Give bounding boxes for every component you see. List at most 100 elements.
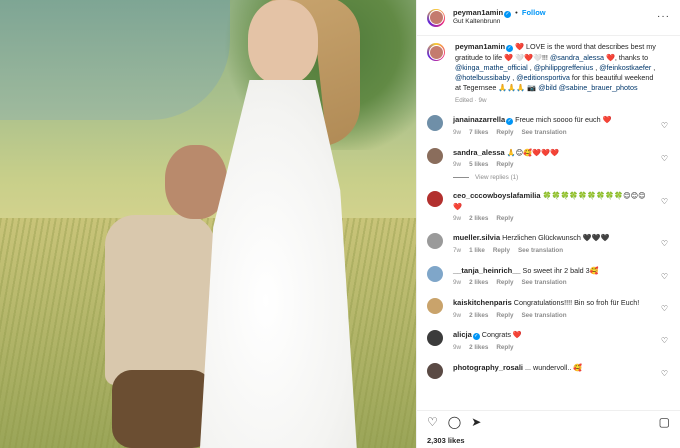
- mention-link[interactable]: @feinkostkaefer: [599, 63, 651, 72]
- location-link[interactable]: Gut Kaltenbrunn: [453, 18, 546, 26]
- reply-button[interactable]: Reply: [496, 279, 513, 286]
- see-translation-link[interactable]: See translation: [521, 279, 566, 286]
- view-replies-label[interactable]: View replies (1): [475, 174, 518, 181]
- commenter-avatar[interactable]: [427, 115, 443, 132]
- comment-like-icon[interactable]: ♡: [661, 369, 668, 378]
- post-actions: ♡ ◯ ➤ ▢: [417, 410, 680, 432]
- post-header: peyman1amin ✓ • Follow Gut Kaltenbrunn ··…: [417, 0, 680, 36]
- comments-list[interactable]: peyman1amin ✓ ❤️ LOVE is the word that de…: [417, 36, 680, 408]
- see-translation-link[interactable]: See translation: [521, 312, 566, 319]
- man-figure: [105, 215, 215, 385]
- comment-likes[interactable]: 1 like: [469, 247, 485, 254]
- comment-item: __tanja_heinrich__ So sweet ihr 2 bald 3…: [427, 265, 670, 288]
- comment-item: ceo_cccowboyslafamilia 🍀🍀🍀🍀🍀🍀🍀🍀🍀😊😊😊❤️ 9w 2…: [427, 191, 670, 223]
- reply-button[interactable]: Reply: [493, 247, 510, 254]
- commenter-username[interactable]: sandra_alessa: [453, 148, 505, 157]
- verified-icon: ✓: [506, 118, 514, 126]
- comment-age: 9w: [453, 343, 462, 351]
- comment-meta: 9w 2 likes Reply: [453, 344, 653, 353]
- more-options-icon[interactable]: ···: [657, 11, 670, 22]
- caption-username[interactable]: peyman1amin: [455, 42, 505, 51]
- like-icon[interactable]: ♡: [427, 416, 438, 428]
- woman-head: [248, 0, 318, 85]
- comment-likes[interactable]: 7 likes: [469, 129, 488, 136]
- reply-button[interactable]: Reply: [496, 161, 513, 168]
- post-modal: peyman1amin ✓ • Follow Gut Kaltenbrunn ··…: [0, 0, 680, 448]
- comment-meta: 9w 5 likes Reply: [453, 161, 653, 170]
- commenter-username[interactable]: janainazarrella: [453, 115, 505, 124]
- mention-link[interactable]: @sabine_brauer_photos: [559, 83, 638, 92]
- comment-likes[interactable]: 2 likes: [469, 215, 488, 222]
- mention-link[interactable]: @philippgreffenius: [534, 63, 594, 72]
- comment-like-icon[interactable]: ♡: [661, 272, 668, 281]
- comment-likes[interactable]: 2 likes: [469, 279, 488, 286]
- caption-text: ❤️, thanks to: [603, 52, 649, 62]
- comment-icon[interactable]: ◯: [448, 416, 461, 428]
- reply-button[interactable]: Reply: [496, 129, 513, 136]
- comment-likes[interactable]: 2 likes: [469, 344, 488, 351]
- post-caption: peyman1amin ✓ ❤️ LOVE is the word that de…: [427, 36, 670, 105]
- post-side-panel: peyman1amin ✓ • Follow Gut Kaltenbrunn ··…: [416, 0, 680, 448]
- post-photo[interactable]: [0, 0, 416, 448]
- mention-link[interactable]: @hotelbussibaby: [455, 73, 510, 82]
- comment-item: janainazarrella ✓ Freue mich soooo für eu…: [427, 115, 670, 137]
- comment-item: photography_rosali ... wundervoll.. 🥰 ♡: [427, 362, 670, 379]
- comment-meta: 9w 2 likes Reply See translation: [453, 279, 653, 288]
- see-translation-link[interactable]: See translation: [521, 129, 566, 136]
- comment-text: Freue mich soooo für euch ❤️: [515, 115, 612, 125]
- comment-like-icon[interactable]: ♡: [661, 154, 668, 163]
- mention-link[interactable]: @bild: [538, 83, 557, 92]
- comment-like-icon[interactable]: ♡: [661, 336, 668, 345]
- comment-age: 9w: [453, 214, 462, 222]
- commenter-username[interactable]: alicja: [453, 330, 472, 339]
- see-translation-link[interactable]: See translation: [518, 247, 563, 254]
- likes-count[interactable]: 2,303 likes: [427, 436, 465, 445]
- reply-button[interactable]: Reply: [496, 344, 513, 351]
- commenter-username[interactable]: kaiskitchenparis: [453, 298, 512, 307]
- commenter-avatar[interactable]: [427, 191, 443, 208]
- verified-icon: ✓: [472, 333, 480, 341]
- comment-likes[interactable]: 2 likes: [469, 312, 488, 319]
- commenter-avatar[interactable]: [427, 233, 443, 250]
- comment-item: sandra_alessa 🙏😊🥰❤️❤️❤️ 9w 5 likes Reply ♡: [427, 147, 670, 170]
- comment-meta: 7w 1 like Reply See translation: [453, 247, 653, 256]
- comment-likes[interactable]: 5 likes: [469, 161, 488, 168]
- comment-meta: 9w 7 likes Reply See translation: [453, 129, 653, 138]
- author-avatar[interactable]: [427, 8, 445, 27]
- commenter-username[interactable]: mueller.silvia: [453, 233, 500, 242]
- follow-button[interactable]: Follow: [522, 8, 546, 17]
- commenter-username[interactable]: ceo_cccowboyslafamilia: [453, 191, 541, 200]
- caption-avatar[interactable]: [427, 43, 445, 61]
- share-icon[interactable]: ➤: [471, 416, 481, 428]
- bookmark-icon[interactable]: ▢: [659, 416, 670, 428]
- commenter-username[interactable]: __tanja_heinrich__: [453, 266, 521, 275]
- commenter-username[interactable]: photography_rosali: [453, 363, 523, 372]
- comment-age: 9w: [453, 161, 462, 169]
- mention-link[interactable]: @editionsportiva: [516, 73, 570, 82]
- comment-like-icon[interactable]: ♡: [661, 239, 668, 248]
- author-username[interactable]: peyman1amin: [453, 8, 503, 17]
- comment-like-icon[interactable]: ♡: [661, 304, 668, 313]
- comment-text: Congrats ❤️: [481, 330, 522, 340]
- mention-link[interactable]: @sandra_alessa: [550, 53, 604, 62]
- commenter-avatar[interactable]: [427, 330, 443, 347]
- verified-icon: ✓: [504, 11, 512, 19]
- comment-text: Congratulations!!!! Bin so froh für Euch…: [513, 298, 640, 308]
- comment-text: Herzlichen Glückwunsch 🖤🖤🖤: [502, 233, 610, 243]
- commenter-avatar[interactable]: [427, 265, 443, 282]
- view-replies-button[interactable]: View replies (1): [453, 174, 670, 181]
- commenter-avatar[interactable]: [427, 298, 443, 315]
- lake-background: [0, 0, 230, 120]
- mention-link[interactable]: @kinga_mathe_official: [455, 63, 528, 72]
- comment-age: 9w: [453, 311, 462, 319]
- commenter-avatar[interactable]: [427, 147, 443, 164]
- caption-meta: Edited · 9w: [455, 96, 487, 104]
- man-legs: [112, 370, 212, 448]
- comment-age: 7w: [453, 246, 462, 254]
- comment-container: janainazarrella ✓ Freue mich soooo für eu…: [427, 115, 670, 379]
- commenter-avatar[interactable]: [427, 362, 443, 379]
- reply-button[interactable]: Reply: [496, 215, 513, 222]
- reply-button[interactable]: Reply: [496, 312, 513, 319]
- comment-like-icon[interactable]: ♡: [661, 121, 668, 130]
- comment-like-icon[interactable]: ♡: [661, 197, 668, 206]
